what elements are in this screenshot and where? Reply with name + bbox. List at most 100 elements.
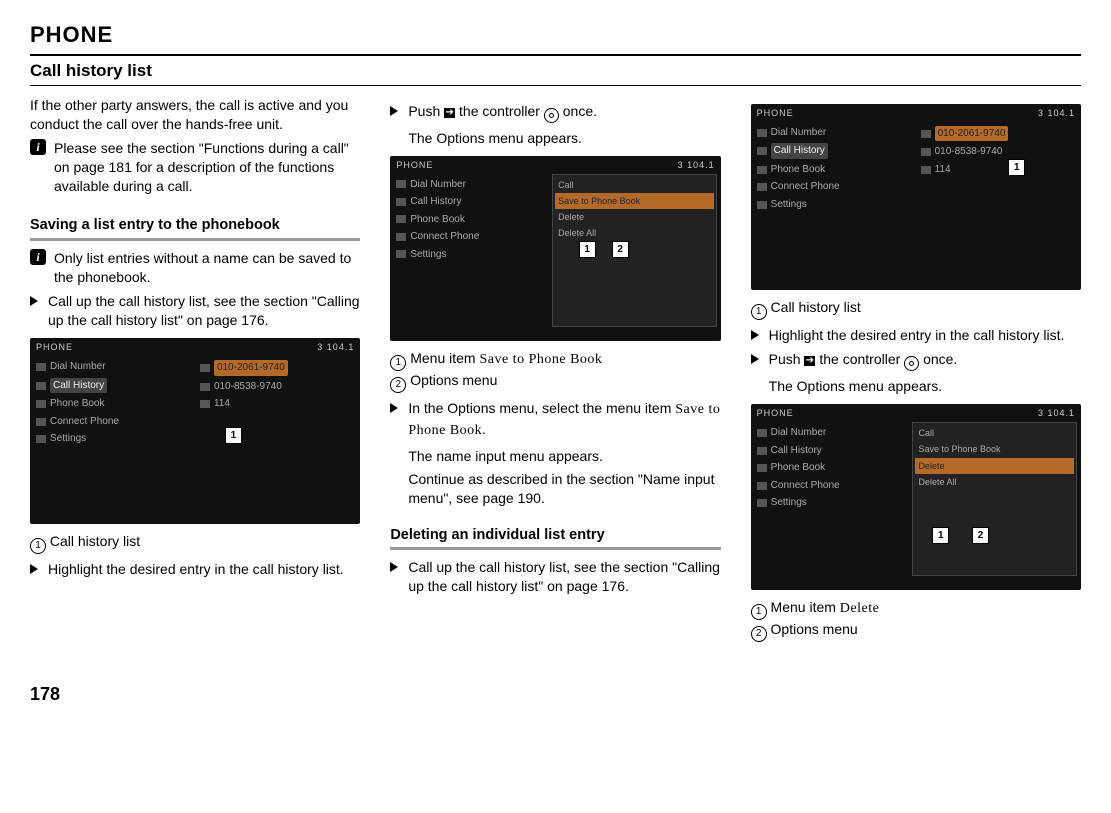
- ss-freq: 3 104.1: [678, 159, 715, 171]
- ss-number: 114: [935, 163, 951, 177]
- ss-left-item: Phone Book: [410, 213, 465, 227]
- ss-left-item: Connect Phone: [410, 230, 479, 244]
- pop-item: Delete All: [555, 225, 714, 241]
- info-text: Please see the section "Functions during…: [54, 139, 360, 196]
- circle-num-icon: 1: [751, 604, 767, 620]
- step-sub: Continue as described in the section "Na…: [408, 470, 720, 508]
- step-sub: The Options menu appears.: [769, 377, 1081, 396]
- triangle-icon: [751, 330, 759, 340]
- step-highlight-entry: Highlight the desired entry in the call …: [30, 560, 360, 579]
- ss-number: 010-2061-9740: [214, 360, 288, 376]
- pop-item: Call: [555, 177, 714, 193]
- screenshot-options-save: PHONE3 104.1 Dial Number Call History Ph…: [390, 156, 720, 342]
- circle-num-icon: 1: [751, 304, 767, 320]
- ss-left-item: Settings: [771, 496, 807, 510]
- triangle-icon: [390, 403, 398, 413]
- triangle-icon: [30, 296, 38, 306]
- ss-number: 114: [214, 397, 230, 411]
- ss-left-item: Dial Number: [771, 426, 827, 440]
- pop-item: Call: [915, 425, 1074, 441]
- step-sub: The Options menu appears.: [408, 129, 720, 148]
- rule-top: [30, 54, 1081, 56]
- ss-title: PHONE: [757, 407, 794, 419]
- ss-left-item: Dial Number: [771, 126, 827, 140]
- step-text: Highlight the desired entry in the call …: [769, 326, 1081, 345]
- info-text: Only list entries without a name can be …: [54, 249, 360, 287]
- step-select-save: In the Options menu, select the menu ite…: [390, 399, 720, 441]
- column-1: If the other party answers, the call is …: [30, 96, 360, 643]
- screenshot-options-delete: PHONE 3 104.1 Dial Number Call History Ph…: [751, 404, 1081, 590]
- intro-text: If the other party answers, the call is …: [30, 96, 360, 134]
- info-block-2: i Only list entries without a name can b…: [30, 249, 360, 287]
- caption-text: Call history list: [771, 299, 861, 315]
- step-text: Call up the call history list, see the s…: [408, 558, 720, 596]
- ss-left-item: Phone Book: [771, 163, 826, 177]
- step-push-controller-2: Push ➔ the controller once.: [751, 350, 1081, 371]
- step-highlight-entry-2: Highlight the desired entry in the call …: [751, 326, 1081, 345]
- section-title: Call history list: [30, 60, 1081, 83]
- screenshot-call-history-1: PHONE3 104.1 Dial Number Call History Ph…: [30, 338, 360, 524]
- ss-left-item: Phone Book: [50, 397, 105, 411]
- step-callup-history-2: Call up the call history list, see the s…: [390, 558, 720, 596]
- pop-item: Delete: [555, 209, 714, 225]
- caption-text: Options menu: [771, 621, 858, 637]
- menu-item-name: Delete: [840, 601, 880, 616]
- ss-left-item: Dial Number: [50, 360, 106, 374]
- subhead-deleting: Deleting an individual list entry: [390, 526, 720, 551]
- circle-num-icon: 2: [751, 626, 767, 642]
- ss-left-item: Call History: [410, 195, 461, 209]
- info-icon: i: [30, 249, 46, 265]
- page-title: PHONE: [30, 20, 1081, 50]
- callout-1: 1: [1008, 159, 1025, 176]
- caption-options-menu-2: 2 Options menu: [751, 620, 1081, 642]
- ss-number: 010-8538-9740: [935, 145, 1003, 159]
- controller-icon: [904, 356, 919, 371]
- screenshot-call-history-2: PHONE3 104.1 Dial Number Call History Ph…: [751, 104, 1081, 290]
- callout-1: 1: [225, 427, 242, 444]
- ss-left-item: Settings: [50, 432, 86, 446]
- pop-item: Delete All: [915, 474, 1074, 490]
- rule-section: [30, 85, 1081, 86]
- circle-num-icon: 2: [390, 377, 406, 393]
- subhead-saving: Saving a list entry to the phonebook: [30, 216, 360, 241]
- menu-item-name: Save to Phone Book: [479, 352, 602, 367]
- column-3: PHONE 3 104.1 Dial Number Call History Ph…: [751, 96, 1081, 643]
- step-push-controller: Push ➔ the controller once.: [390, 102, 720, 123]
- ss-freq: 3 104.1: [1038, 407, 1075, 419]
- ss-title: PHONE: [396, 159, 433, 171]
- triangle-icon: [390, 562, 398, 572]
- ss-left-item: Connect Phone: [50, 415, 119, 429]
- step-text: In the Options menu, select the menu ite…: [408, 399, 720, 441]
- ss-number: 010-2061-9740: [935, 126, 1009, 142]
- step-text: Push ➔ the controller once.: [769, 350, 1081, 371]
- page-number: 178: [30, 682, 1081, 706]
- circle-num-icon: 1: [30, 538, 46, 554]
- caption-menu-item-delete: 1 Menu item Delete: [751, 598, 1081, 620]
- callout-1: 1: [579, 241, 596, 258]
- step-sub: The name input menu appears.: [408, 447, 720, 466]
- options-popup: Call Save to Phone Book Delete Delete Al…: [552, 174, 717, 328]
- callout-1: 1: [932, 527, 949, 544]
- controller-icon: [544, 108, 559, 123]
- triangle-icon: [751, 354, 759, 364]
- pop-item-selected: Save to Phone Book: [555, 193, 714, 209]
- caption-menu-item: 1 Menu item Save to Phone Book: [390, 349, 720, 371]
- ss-left-item: Call History: [771, 143, 828, 159]
- ss-left-item: Settings: [771, 198, 807, 212]
- content-columns: If the other party answers, the call is …: [30, 96, 1081, 643]
- ss-left-item: Call History: [771, 444, 822, 458]
- step-text: Push ➔ the controller once.: [408, 102, 720, 123]
- options-popup: Call Save to Phone Book Delete Delete Al…: [912, 422, 1077, 576]
- ss-left-item: Connect Phone: [771, 479, 840, 493]
- triangle-icon: [390, 106, 398, 116]
- right-arrow-icon: ➔: [804, 356, 815, 366]
- caption-text: Options menu: [410, 372, 497, 388]
- callout-2: 2: [972, 527, 989, 544]
- caption-text: Menu item: [410, 350, 479, 366]
- ss-left-item: Connect Phone: [771, 180, 840, 194]
- callout-2: 2: [612, 241, 629, 258]
- caption-call-history: 1 Call history list: [751, 298, 1081, 320]
- ss-title: PHONE: [36, 341, 73, 353]
- step-text: Call up the call history list, see the s…: [48, 292, 360, 330]
- ss-left-item: Phone Book: [771, 461, 826, 475]
